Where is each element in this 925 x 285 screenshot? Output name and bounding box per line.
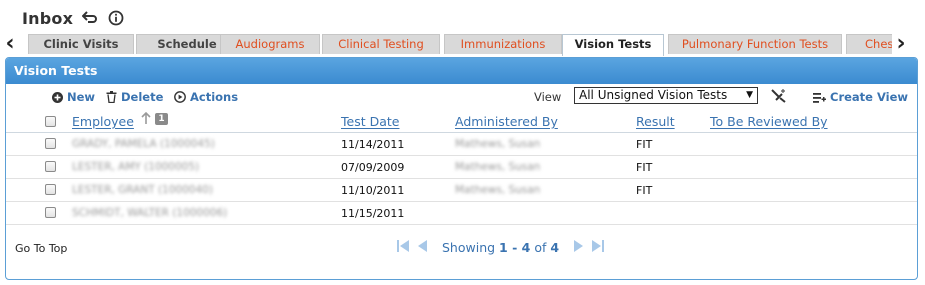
row-checkbox[interactable] xyxy=(45,207,56,218)
filter-pin-icon[interactable] xyxy=(770,88,788,107)
panel-title: Vision Tests xyxy=(6,58,917,84)
toolbar: New Delete Actions View All Unsigned Vis… xyxy=(6,86,917,108)
tab-scroll-left-icon[interactable]: ‹ xyxy=(2,33,18,55)
tab-scroll-right-icon[interactable]: › xyxy=(893,33,909,55)
column-employee[interactable]: Employee xyxy=(72,114,134,129)
go-to-top-link[interactable]: Go To Top xyxy=(15,242,67,255)
administered-by-cell: Mathews, Susan xyxy=(455,184,541,196)
table-row[interactable]: GRADY, PAMELA (1000045) 11/14/2011 Mathe… xyxy=(6,133,917,156)
table-footer: Go To Top Showing 1 - 4 of 4 xyxy=(6,238,917,260)
actions-label: Actions xyxy=(190,90,239,104)
row-checkbox[interactable] xyxy=(45,184,56,195)
select-all-checkbox[interactable] xyxy=(45,116,56,127)
column-to-be-reviewed-by[interactable]: To Be Reviewed By xyxy=(710,114,828,129)
table-row[interactable]: LESTER, AMY (1000005) 07/09/2009 Mathews… xyxy=(6,156,917,179)
row-checkbox[interactable] xyxy=(45,138,56,149)
row-checkbox[interactable] xyxy=(45,161,56,172)
pager-total: 4 xyxy=(550,240,560,255)
title-bar: Inbox xyxy=(22,6,125,30)
view-select[interactable]: All Unsigned Vision Tests ▼ xyxy=(574,87,758,104)
column-result[interactable]: Result xyxy=(636,114,675,129)
tab-vision-tests[interactable]: Vision Tests xyxy=(562,34,664,56)
test-date-cell: 11/15/2011 xyxy=(341,207,405,220)
tab-chest[interactable]: Chest xyxy=(846,34,892,54)
table-header-row: Employee 1 Test Date Administered By Res… xyxy=(6,109,917,133)
trash-icon xyxy=(106,91,117,103)
tab-clinic-visits[interactable]: Clinic Visits xyxy=(28,34,134,54)
tab-audiograms[interactable]: Audiograms xyxy=(220,34,320,54)
delete-label: Delete xyxy=(121,90,164,104)
tab-pulmonary-function-tests[interactable]: Pulmonary Function Tests xyxy=(668,34,842,54)
plus-circle-icon xyxy=(52,91,63,103)
table-row[interactable]: SCHMIDT, WALTER (1000006) 11/15/2011 xyxy=(6,202,917,225)
tab-immunizations[interactable]: Immunizations xyxy=(444,34,562,54)
sort-order-badge: 1 xyxy=(155,113,168,125)
employee-cell[interactable]: GRADY, PAMELA (1000045) xyxy=(72,138,215,150)
column-administered-by[interactable]: Administered By xyxy=(455,114,558,129)
new-button[interactable]: New xyxy=(52,90,95,104)
pager-prefix: Showing xyxy=(442,240,496,255)
vision-tests-panel: Vision Tests New Delete Actions View All… xyxy=(5,57,918,280)
tab-clinical-testing[interactable]: Clinical Testing xyxy=(322,34,440,54)
create-view-button[interactable]: Create View xyxy=(813,90,908,104)
view-select-value: All Unsigned Vision Tests xyxy=(579,88,728,102)
page-title: Inbox xyxy=(22,8,74,28)
return-icon[interactable] xyxy=(81,9,99,27)
test-date-cell: 11/10/2011 xyxy=(341,184,405,197)
pager-range: 1 - 4 xyxy=(499,240,531,255)
table-row[interactable]: LESTER, GRANT (1000040) 11/10/2011 Mathe… xyxy=(6,179,917,202)
first-page-icon[interactable] xyxy=(396,239,410,256)
dropdown-caret-icon: ▼ xyxy=(746,90,753,100)
info-icon[interactable] xyxy=(107,9,125,27)
administered-by-cell: Mathews, Susan xyxy=(455,138,541,150)
pager-of: of xyxy=(534,240,547,255)
view-label: View xyxy=(534,90,562,104)
tab-strip: Clinic Visits Schedule Audiograms Clinic… xyxy=(20,34,892,57)
employee-cell[interactable]: LESTER, GRANT (1000040) xyxy=(72,184,213,196)
column-test-date[interactable]: Test Date xyxy=(341,114,399,129)
administered-by-cell: Mathews, Susan xyxy=(455,161,541,173)
create-view-label: Create View xyxy=(830,90,909,104)
result-cell: FIT xyxy=(636,161,653,174)
delete-button[interactable]: Delete xyxy=(106,90,163,104)
next-page-icon[interactable] xyxy=(573,239,585,256)
new-label: New xyxy=(67,90,96,104)
results-table: Employee 1 Test Date Administered By Res… xyxy=(6,109,917,225)
sort-up-icon[interactable] xyxy=(141,111,151,128)
result-cell: FIT xyxy=(636,184,653,197)
test-date-cell: 11/14/2011 xyxy=(341,138,405,151)
last-page-icon[interactable] xyxy=(591,239,605,256)
pager-summary: Showing 1 - 4 of 4 xyxy=(442,240,559,255)
tab-bar: ‹ Clinic Visits Schedule Audiograms Clin… xyxy=(0,31,925,57)
test-date-cell: 07/09/2009 xyxy=(341,161,405,174)
play-circle-icon xyxy=(174,91,186,103)
result-cell: FIT xyxy=(636,138,653,151)
actions-button[interactable]: Actions xyxy=(174,90,238,104)
pager: Showing 1 - 4 of 4 xyxy=(396,239,605,256)
list-add-icon xyxy=(813,92,826,103)
employee-cell[interactable]: SCHMIDT, WALTER (1000006) xyxy=(72,207,227,219)
previous-page-icon[interactable] xyxy=(416,239,428,256)
employee-cell[interactable]: LESTER, AMY (1000005) xyxy=(72,161,199,173)
